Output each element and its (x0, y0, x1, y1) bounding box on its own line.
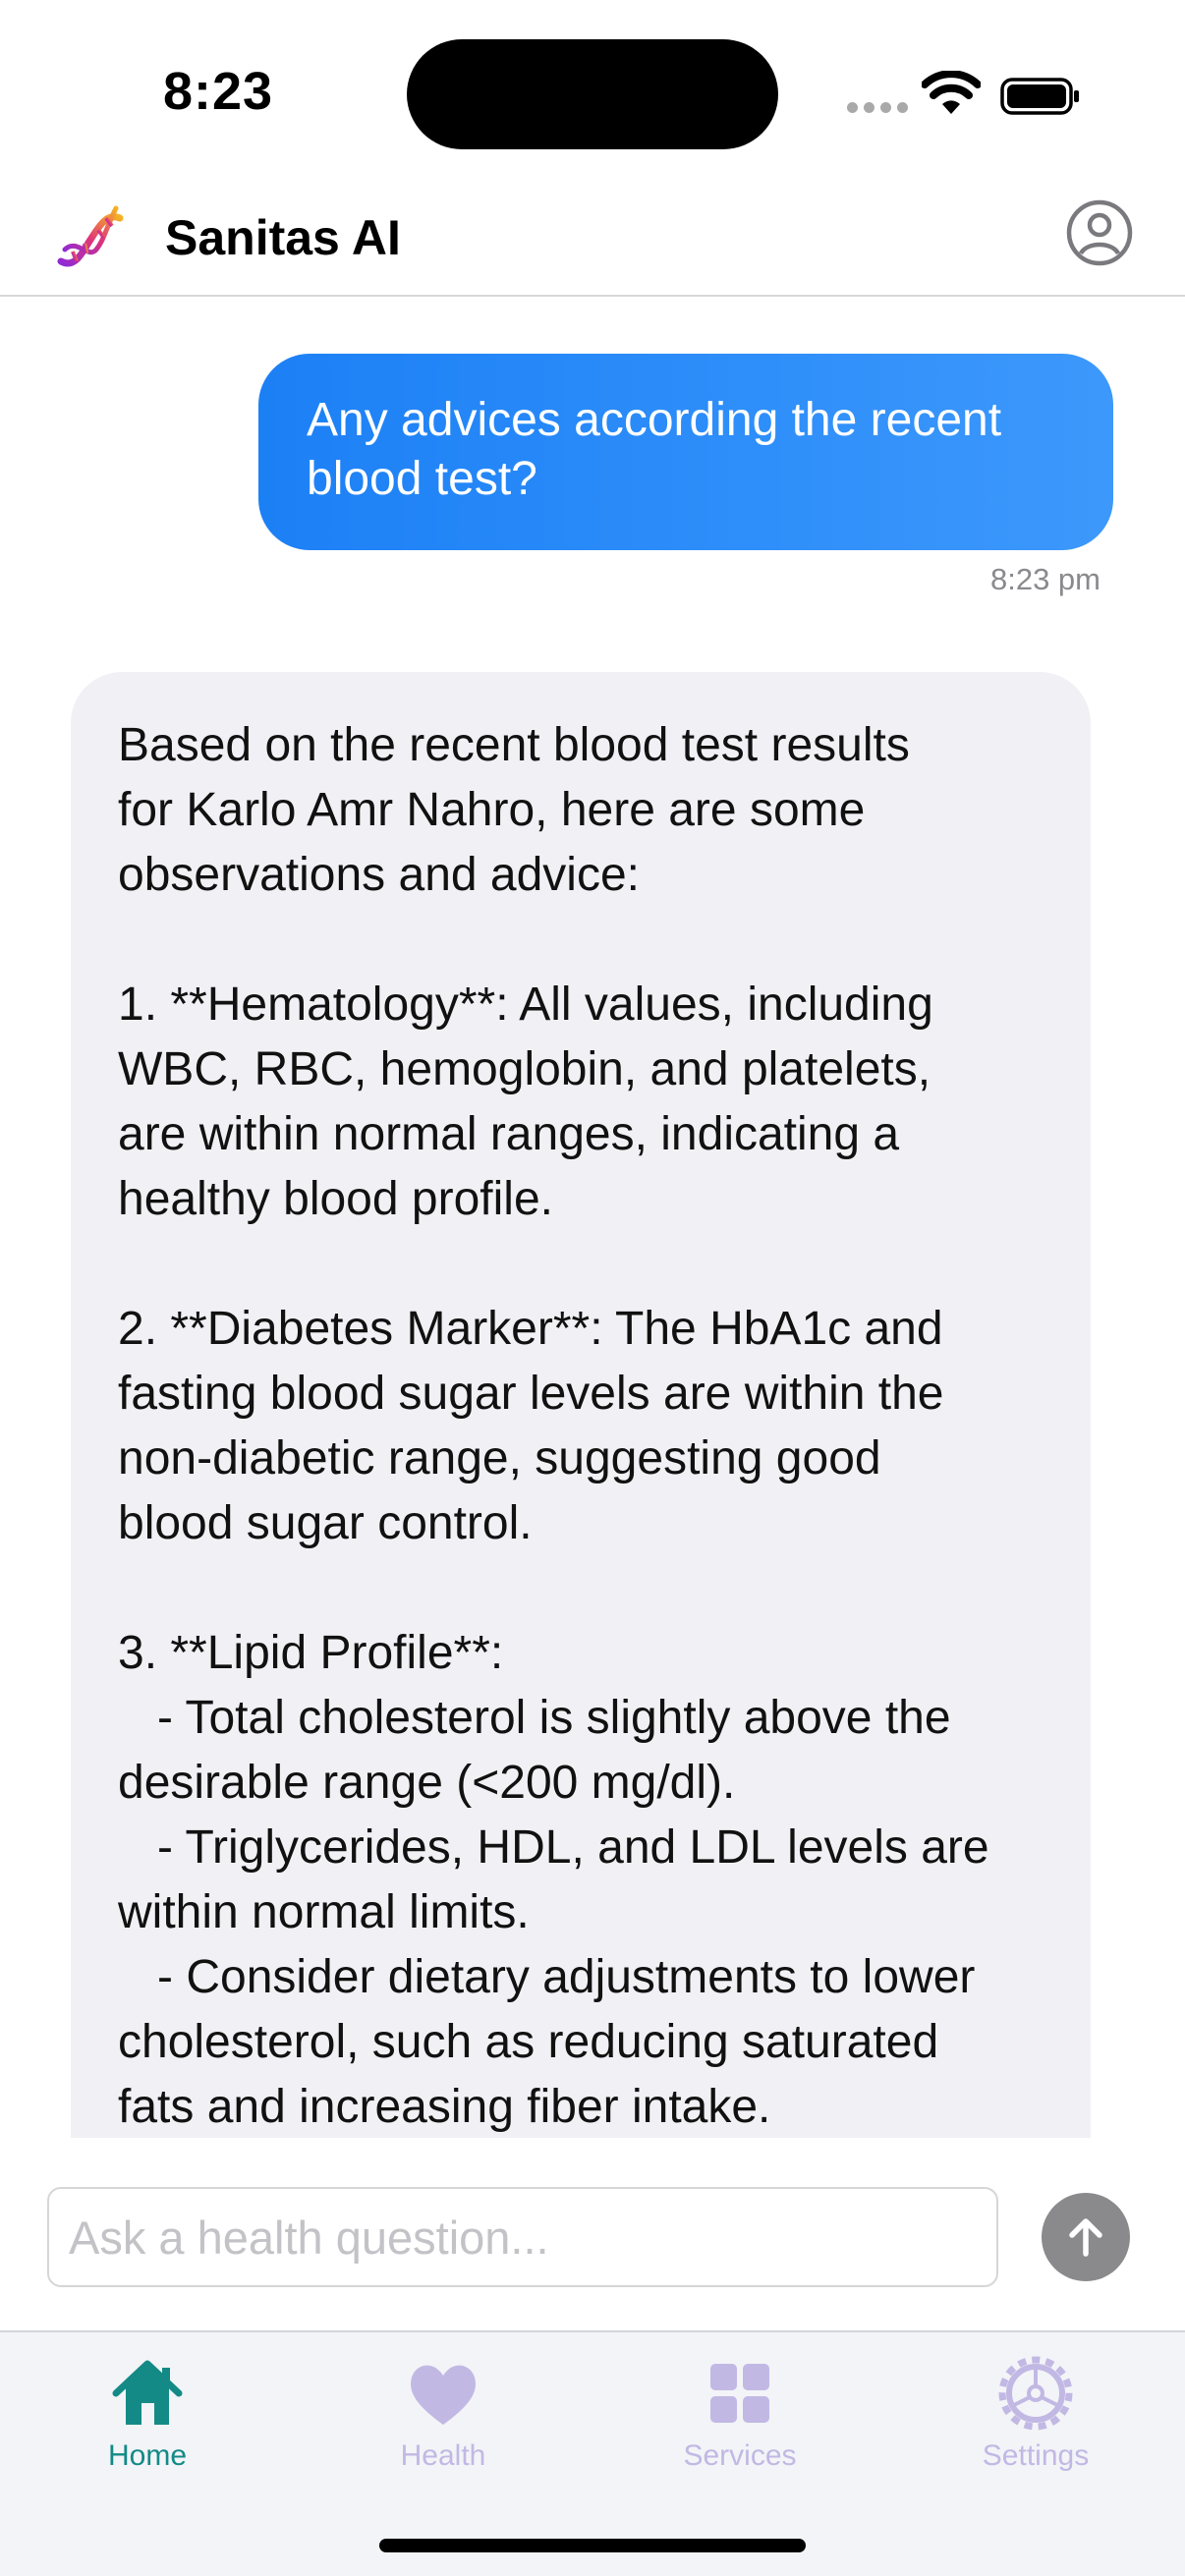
wifi-icon (922, 71, 981, 114)
app-title: Sanitas AI (165, 210, 401, 265)
send-button[interactable] (1042, 2193, 1130, 2281)
dna-icon (57, 205, 124, 267)
status-time: 8:23 (163, 62, 274, 121)
ai-message-text: Based on the recent blood test results f… (118, 719, 989, 2133)
gear-icon (998, 2356, 1073, 2431)
tab-health-label: Health (400, 2439, 486, 2472)
cellular-signal-icon (847, 102, 908, 116)
tab-health[interactable]: Health (325, 2332, 561, 2480)
arrow-up-icon (1069, 2218, 1102, 2257)
home-indicator[interactable] (379, 2539, 806, 2552)
tab-services-label: Services (683, 2439, 797, 2472)
input-area (0, 2138, 1185, 2330)
tab-home[interactable]: Home (29, 2332, 265, 2480)
user-message-time: 8:23 pm (989, 562, 1100, 596)
ai-message-bubble: Based on the recent blood test results f… (71, 672, 1091, 2138)
heart-icon (411, 2365, 476, 2425)
battery-icon (1000, 78, 1079, 115)
dynamic-island (407, 39, 778, 149)
tab-settings[interactable]: Settings (918, 2332, 1154, 2480)
status-bar: 8:23 (0, 0, 1185, 187)
tab-services[interactable]: Services (622, 2332, 858, 2480)
chat-thread[interactable]: Any advices according the recent blood t… (0, 299, 1185, 2138)
house-icon (112, 2360, 183, 2425)
grid-icon (710, 2364, 769, 2423)
user-message-bubble: Any advices according the recent blood t… (258, 354, 1113, 550)
user-message-text: Any advices according the recent blood t… (307, 394, 1002, 505)
question-input[interactable] (47, 2187, 998, 2287)
tab-settings-label: Settings (982, 2439, 1090, 2472)
app-header: Sanitas AI (0, 187, 1185, 297)
tab-home-label: Home (107, 2439, 188, 2472)
person-circle-icon[interactable] (1065, 198, 1134, 267)
